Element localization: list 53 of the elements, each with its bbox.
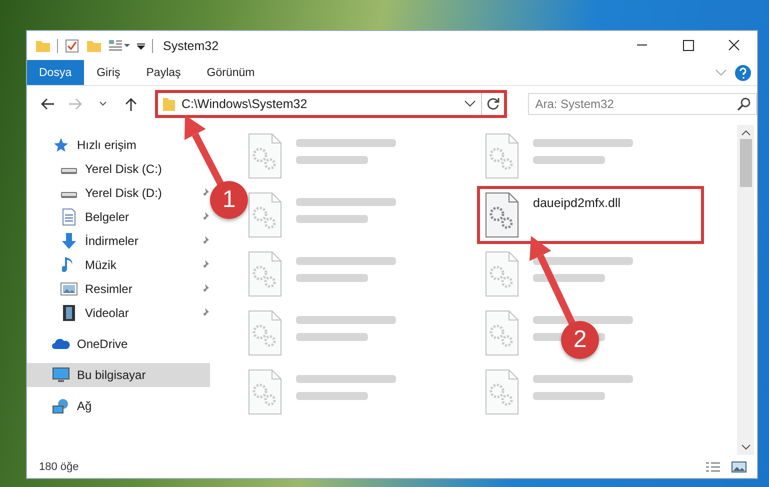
file-item[interactable]: daueipd2mfx.dll: [477, 186, 704, 244]
refresh-icon[interactable]: [486, 97, 500, 111]
properties-check-icon: [64, 38, 80, 54]
blurred-text-bar: [296, 333, 368, 341]
scroll-down-icon: [740, 443, 750, 451]
sidebar-item[interactable]: Yerel Disk (C:): [27, 157, 168, 181]
maximize-icon[interactable]: [682, 40, 694, 51]
picture-icon: [60, 282, 78, 296]
sidebar-item[interactable]: Videolar: [27, 301, 135, 325]
help-icon: [735, 64, 751, 80]
film-strip-icon: [62, 304, 76, 322]
sidebar-item[interactable]: Resimler: [27, 277, 138, 301]
address-bar[interactable]: C:\Windows\System32: [155, 90, 508, 118]
document-icon: [62, 208, 76, 226]
star-icon: [53, 137, 69, 153]
close-icon[interactable]: [728, 40, 740, 51]
large-icons-view-icon[interactable]: [731, 460, 747, 472]
blurred-text-bar: [296, 215, 368, 223]
sidebar-item[interactable]: Ağ: [27, 394, 98, 418]
window-title: System32: [163, 38, 219, 52]
blurred-text-bar: [296, 392, 368, 400]
up-arrow-icon[interactable]: [124, 97, 138, 111]
blurred-text-bar: [296, 156, 368, 164]
dll-gears-icon: [484, 192, 520, 238]
cloud-icon: [51, 338, 71, 350]
network-globe-icon: [52, 398, 70, 414]
sidebar-item[interactable]: OneDrive: [27, 332, 134, 356]
expand-ribbon-icon: [715, 68, 727, 76]
search-field[interactable]: Ara: System32: [528, 93, 758, 115]
download-arrow-icon: [61, 232, 77, 250]
details-view-icon[interactable]: [705, 460, 721, 472]
folder-icon: [162, 96, 176, 112]
back-arrow-icon[interactable]: [40, 97, 56, 111]
ribbon-tab[interactable]: Görünüm: [194, 60, 268, 85]
file-menu-tab[interactable]: Dosya: [27, 60, 84, 85]
dropdown-caret-icon: [464, 100, 476, 108]
scrollbar-thumb[interactable]: [740, 139, 752, 187]
sidebar-item[interactable]: Bu bilgisayar: [27, 363, 210, 387]
ribbon-tab[interactable]: Paylaş: [133, 60, 194, 85]
sidebar-item[interactable]: İndirmeler: [27, 229, 144, 253]
sidebar-item[interactable]: Hızlı erişim: [27, 133, 142, 157]
view-dropdown-icon: [108, 38, 130, 54]
monitor-icon: [52, 367, 70, 383]
blurred-text-bar: [533, 392, 605, 400]
sidebar-item[interactable]: Yerel Disk (D:): [27, 181, 168, 205]
scroll-up-icon: [740, 129, 750, 137]
blurred-text-bar: [533, 156, 605, 164]
blurred-text-bar: [296, 274, 368, 282]
search-icon: [737, 97, 752, 111]
sidebar-item[interactable]: Müzik: [27, 253, 122, 277]
item-count: 180 öğe: [39, 460, 79, 472]
ribbon-tab[interactable]: Giriş: [84, 60, 134, 85]
sidebar-item[interactable]: Belgeler: [27, 205, 136, 229]
